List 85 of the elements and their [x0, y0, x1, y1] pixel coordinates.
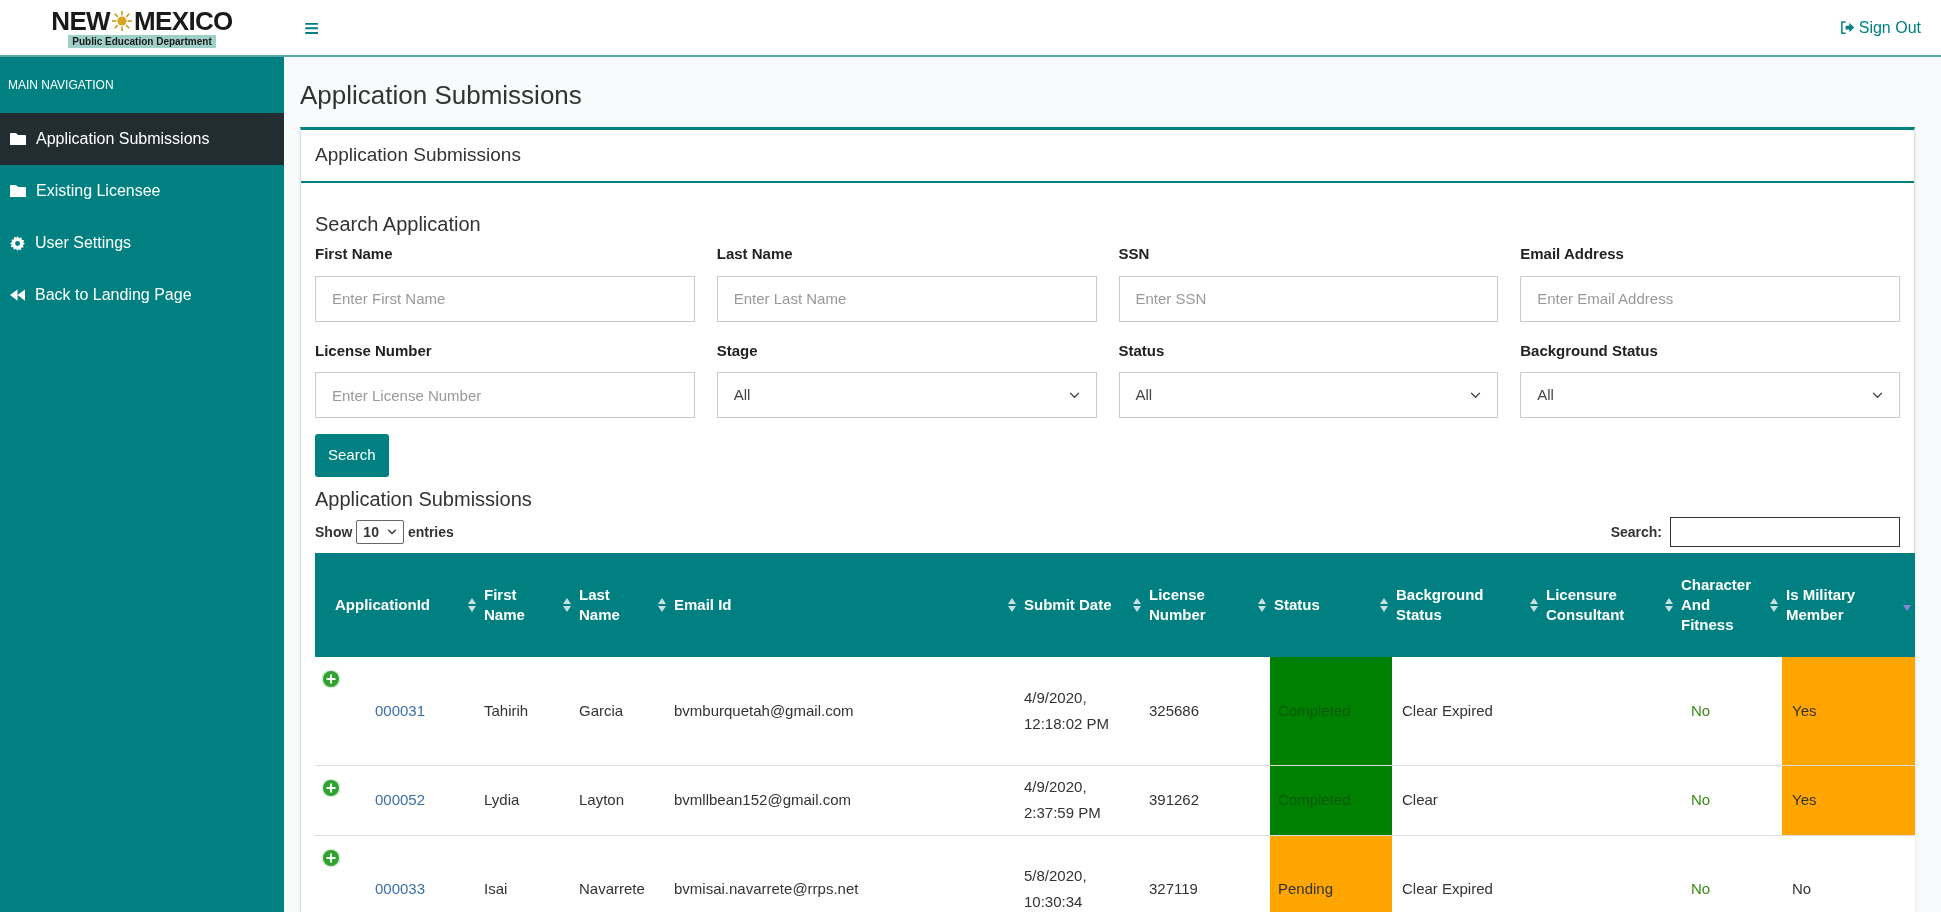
application-id-link[interactable]: 000033: [375, 879, 426, 897]
sidebar-heading: MAIN NAVIGATION: [7, 77, 115, 94]
sign-out-link[interactable]: Sign Out: [1839, 15, 1921, 40]
field-label: SSN: [1118, 244, 1151, 264]
dropdown[interactable]: All: [1520, 372, 1900, 418]
military-status-cell: No: [1782, 835, 1915, 912]
table-cell: Clear Expired: [1392, 835, 1542, 912]
table-cell: 327119: [1145, 835, 1270, 912]
input-field[interactable]: Enter SSN: [1118, 275, 1499, 322]
table-cell: Layton: [575, 765, 670, 835]
table-cell: 4/9/2020, 12:18:02 PM: [1020, 657, 1145, 765]
table-cell: 5/8/2020, 10:30:34: [1020, 835, 1145, 912]
table-cell: Clear Expired: [1392, 657, 1542, 765]
table-cell: No: [1677, 765, 1782, 835]
logo-text: MEXICO: [134, 7, 233, 34]
military-status-cell: Yes: [1782, 765, 1915, 835]
show-label: Show: [315, 522, 353, 542]
field-label: Status: [1118, 340, 1166, 361]
folder-icon: [10, 132, 26, 146]
dropdown[interactable]: All: [716, 372, 1097, 418]
field-label: Last Name: [716, 244, 794, 264]
column-header[interactable]: License Number: [1145, 553, 1270, 657]
search-label: Search:: [1610, 522, 1662, 542]
application-id-link[interactable]: 000031: [375, 701, 426, 719]
table-cell: No: [1677, 835, 1782, 912]
chevron-down-icon: [1872, 391, 1883, 399]
entries-label: entries: [407, 522, 454, 542]
table-cell: Isai: [480, 835, 575, 912]
column-header[interactable]: First Name: [480, 553, 575, 657]
sun-emblem-icon: [111, 9, 133, 32]
field-label: Background Status: [1520, 340, 1659, 361]
logo-subtitle: Public Education Department: [68, 34, 216, 48]
status-cell: Pending: [1270, 835, 1392, 912]
column-header[interactable]: Character And Fitness: [1677, 553, 1782, 657]
field-label: First Name: [315, 244, 394, 264]
column-header[interactable]: Background Status: [1392, 553, 1542, 657]
expand-icon[interactable]: [321, 847, 341, 868]
column-header[interactable]: Email Id: [670, 553, 1020, 657]
page-title: Application Submissions: [300, 79, 583, 112]
table-cell: Tahirih: [480, 657, 575, 765]
settings-icon: [10, 235, 25, 251]
chevron-down-icon: [386, 529, 397, 535]
section-heading: Search Application: [315, 212, 482, 237]
input-field[interactable]: Enter Email Address: [1520, 275, 1900, 322]
dropdown[interactable]: All: [1118, 372, 1499, 418]
expand-icon[interactable]: [321, 669, 341, 689]
table-search-field[interactable]: [1670, 517, 1900, 547]
menu-button[interactable]: ≡: [304, 14, 320, 41]
table-cell: No: [1677, 657, 1782, 765]
field-label: Stage: [716, 340, 759, 361]
expand-icon[interactable]: [321, 777, 341, 798]
table-cell: bvmisai.navarrete@rrps.net: [670, 835, 1020, 912]
table-cell: 4/9/2020, 2:37:59 PM: [1020, 765, 1145, 835]
sign-out-icon: [1839, 20, 1855, 35]
field-label: License Number: [315, 340, 433, 361]
application-id-link[interactable]: 000052: [375, 790, 426, 808]
chevron-down-icon: [1068, 391, 1080, 399]
column-header[interactable]: Licensure Consultant: [1542, 553, 1677, 657]
table-cell: bvmllbean152@gmail.com: [670, 765, 1020, 835]
chevron-down-icon: [1470, 391, 1482, 399]
input-field[interactable]: Enter First Name: [315, 275, 695, 322]
double-left-arrow-icon: [10, 289, 25, 301]
search-button[interactable]: Search: [315, 434, 389, 477]
table-cell: 391262: [1145, 765, 1270, 835]
card-title: Application Submissions: [301, 130, 1914, 183]
column-header[interactable]: Submit Date: [1020, 553, 1145, 657]
logo-text: NEW: [51, 7, 110, 34]
table-cell: Garcia: [575, 657, 670, 765]
table-cell: bvmburquetah@gmail.com: [670, 657, 1020, 765]
column-header[interactable]: Is Military Member: [1782, 553, 1915, 657]
table-cell: Navarrete: [575, 835, 670, 912]
page-size-dropdown[interactable]: 10: [356, 520, 404, 544]
column-header[interactable]: Last Name: [575, 553, 670, 657]
table-cell: Lydia: [480, 765, 575, 835]
sidebar-item[interactable]: Application Submissions: [0, 113, 284, 165]
field-label: Email Address: [1520, 244, 1625, 264]
table-cell: 325686: [1145, 657, 1270, 765]
input-field[interactable]: Enter License Number: [315, 372, 695, 418]
section-heading: Application Submissions: [315, 487, 533, 512]
folder-icon: [10, 184, 26, 198]
military-status-cell: Yes: [1782, 657, 1915, 765]
column-header[interactable]: Status: [1270, 553, 1392, 657]
table-cell: Clear: [1392, 765, 1542, 835]
column-header[interactable]: ApplicationId: [315, 553, 480, 657]
input-field[interactable]: Enter Last Name: [716, 275, 1097, 322]
